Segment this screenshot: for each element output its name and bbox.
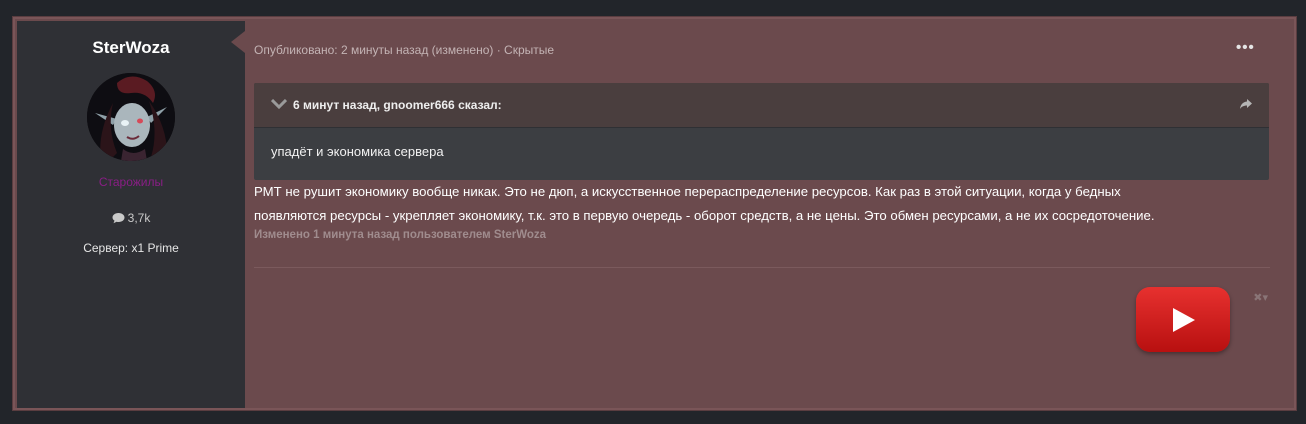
youtube-button[interactable] — [1136, 287, 1230, 352]
divider — [254, 267, 1270, 268]
youtube-play-icon — [1173, 307, 1195, 332]
quote-citation-text: 6 минут назад, gnoomer666 сказал: — [293, 98, 502, 112]
post-content-line: появляются ресурсы - укрепляет экономику… — [254, 208, 1155, 223]
post-meta[interactable]: Опубликовано: 2 минуты назад (изменено) … — [254, 43, 554, 57]
reputation-badge[interactable]: 3,7k — [17, 211, 245, 225]
author-name[interactable]: SterWoza — [17, 38, 245, 58]
quote-text: упадёт и экономика сервера — [271, 144, 444, 159]
edited-note: Изменено 1 минута назад пользователем St… — [254, 229, 547, 241]
server-label: Сервер: x1 Prime — [83, 241, 179, 255]
comment-icon — [112, 213, 125, 224]
post-content: РМТ не рушит экономику вообще никак. Это… — [254, 180, 1264, 228]
avatar[interactable] — [87, 73, 175, 161]
post-content-line: РМТ не рушит экономику вообще никак. Это… — [254, 184, 1121, 199]
user-group[interactable]: Старожилы — [17, 175, 245, 189]
more-options-button[interactable]: ••• — [1236, 40, 1256, 57]
share-icon[interactable] — [1239, 97, 1253, 115]
reputation-count: 3,7k — [127, 211, 151, 225]
caret-down-icon[interactable]: ▾ — [1262, 292, 1268, 304]
speech-arrow — [231, 31, 245, 53]
author-panel: SterWoza Старожилы 3,7k Сервер: x1 Prime — [17, 21, 245, 408]
chevron-down-icon[interactable] — [270, 98, 288, 112]
quote-block: 6 минут назад, gnoomer666 сказал: упадёт… — [254, 83, 1269, 180]
post-controls[interactable]: ✖▾ — [1253, 291, 1268, 304]
forum-post: SterWoza Старожилы 3,7k Сервер: x1 Prime… — [13, 17, 1296, 410]
quote-citation[interactable]: 6 минут назад, gnoomer666 сказал: — [254, 83, 1269, 128]
